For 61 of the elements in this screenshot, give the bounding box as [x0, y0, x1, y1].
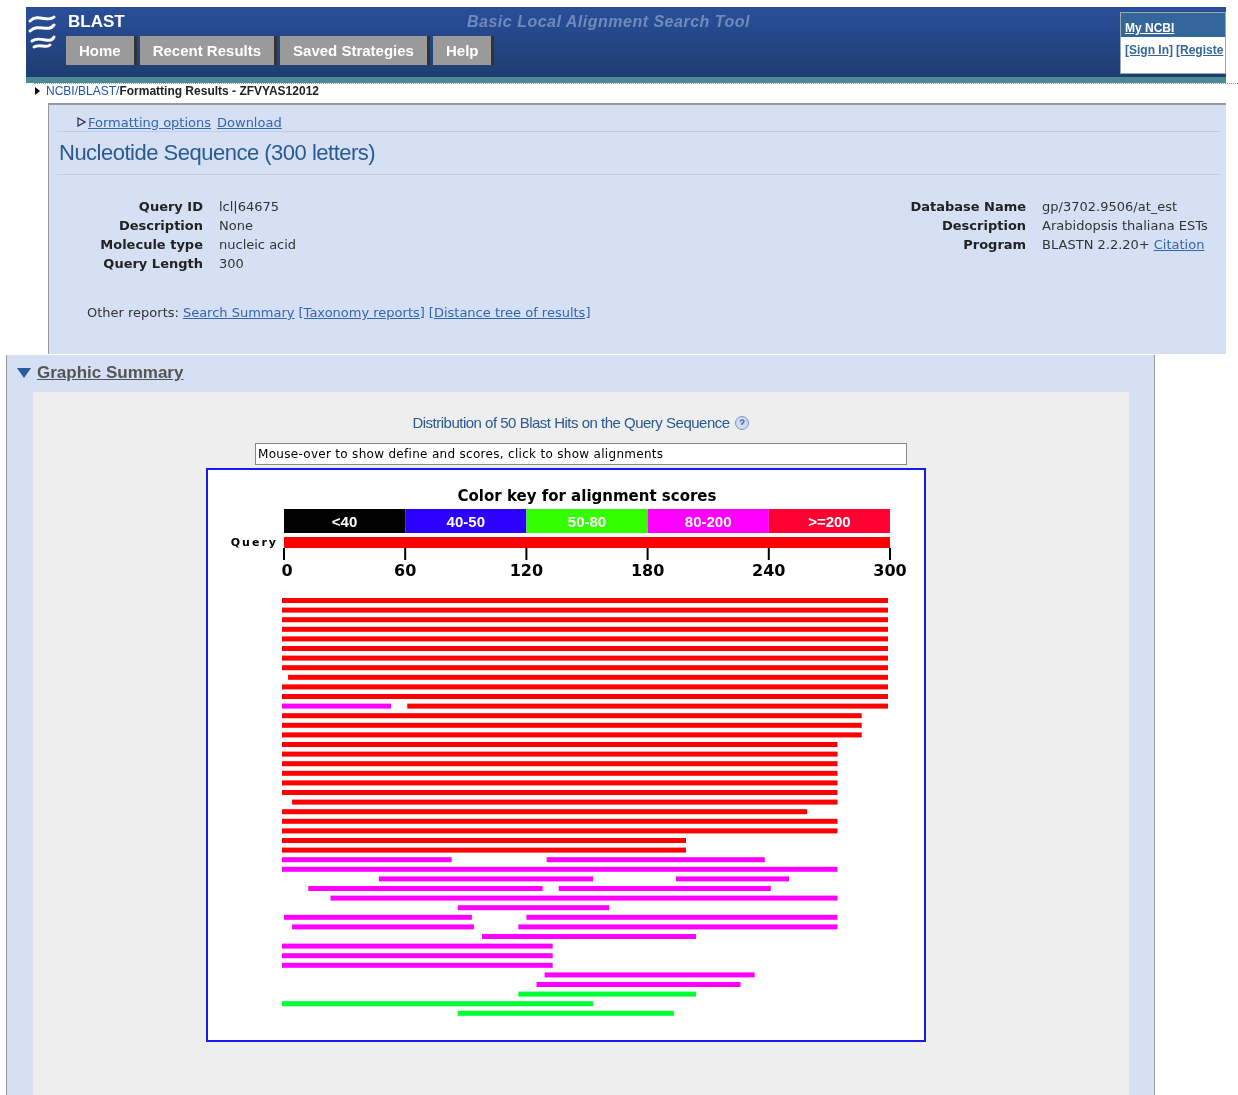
- color-key-swatch: >=200: [768, 509, 890, 533]
- sequence-title: Nucleotide Sequence (300 letters): [57, 132, 1220, 175]
- report-link[interactable]: Search Summary: [182, 305, 295, 320]
- info-value: lcl|64675: [219, 199, 281, 214]
- account-link[interactable]: [Sign In]: [1125, 43, 1173, 57]
- color-key-swatch: 80-200: [647, 509, 769, 533]
- hits-drawing[interactable]: [282, 598, 888, 1016]
- info-value: None: [219, 218, 254, 233]
- info-value: gp/3702.9506/at_est: [1042, 199, 1178, 214]
- citation-link[interactable]: Citation: [1153, 237, 1205, 252]
- options-link[interactable]: Download: [217, 114, 282, 130]
- axis-tick: [525, 547, 528, 561]
- color-key-swatch: 40-50: [405, 509, 527, 533]
- app-subtitle: Basic Local Alignment Search Tool: [467, 13, 750, 31]
- nav-tab[interactable]: Recent Results: [139, 36, 278, 65]
- info-label: Molecule type: [99, 237, 203, 252]
- distribution-title: Distribution of 50 Blast Hits on the Query Sequence: [412, 414, 730, 431]
- axis-tick: [767, 547, 770, 561]
- info-label: Description: [117, 218, 203, 233]
- nav-tab[interactable]: Home: [66, 36, 137, 65]
- triangle-icon: [77, 117, 86, 127]
- info-value: BLASTN 2.2.20+: [1042, 237, 1150, 252]
- axis-tick: [404, 547, 407, 561]
- app-name: BLAST: [68, 12, 125, 33]
- triangle-icon: [34, 86, 42, 95]
- query-label: Query: [230, 536, 278, 549]
- axis-label: 120: [509, 561, 544, 580]
- report-link[interactable]: [Distance tree of results]: [428, 305, 591, 320]
- axis-tick: [283, 547, 285, 561]
- info-value: 300: [219, 256, 245, 271]
- hover-info-field[interactable]: Mouse-over to show define and scores, click to show alignments: [255, 443, 907, 465]
- info-label: Query Length: [102, 256, 203, 271]
- breadcrumb-link[interactable]: NCBI/: [46, 83, 78, 98]
- info-value: nucleic acid: [219, 237, 297, 252]
- help-icon[interactable]: [733, 414, 750, 431]
- other-reports-label: Other reports:: [87, 305, 179, 320]
- axis-label: 180: [630, 561, 665, 580]
- color-key-swatch: 50-80: [526, 509, 648, 533]
- color-key-swatch: <40: [284, 509, 406, 533]
- axis-label: 60: [394, 561, 417, 580]
- collapse-triangle-icon[interactable]: [17, 368, 31, 378]
- report-link[interactable]: [Taxonomy reports]: [298, 305, 425, 320]
- info-label: Database Name: [909, 199, 1027, 214]
- info-label: Program: [962, 237, 1027, 252]
- axis-label: 300: [873, 561, 907, 580]
- nav-tab[interactable]: Saved Strategies: [280, 36, 430, 65]
- info-value: Arabidopsis thaliana ESTs: [1042, 218, 1208, 233]
- nav-tab[interactable]: Help: [432, 36, 495, 65]
- breadcrumb-current: Formatting Results - ZFVYAS12012: [119, 83, 319, 98]
- axis-tick: [889, 547, 891, 561]
- color-key-title: Color key for alignment scores: [457, 487, 717, 505]
- my-ncbi-link[interactable]: My NCBI: [1121, 13, 1225, 37]
- account-link[interactable]: [Registe: [1176, 43, 1224, 57]
- axis-label: 240: [752, 561, 786, 580]
- breadcrumb-link[interactable]: BLAST/: [78, 83, 120, 98]
- axis-tick: [646, 547, 649, 561]
- info-label: Query ID: [137, 199, 203, 214]
- options-link[interactable]: Formatting options: [88, 114, 212, 130]
- axis-label: 0: [281, 561, 293, 580]
- info-label: Description: [941, 218, 1027, 233]
- section-heading[interactable]: Graphic Summary: [37, 363, 184, 383]
